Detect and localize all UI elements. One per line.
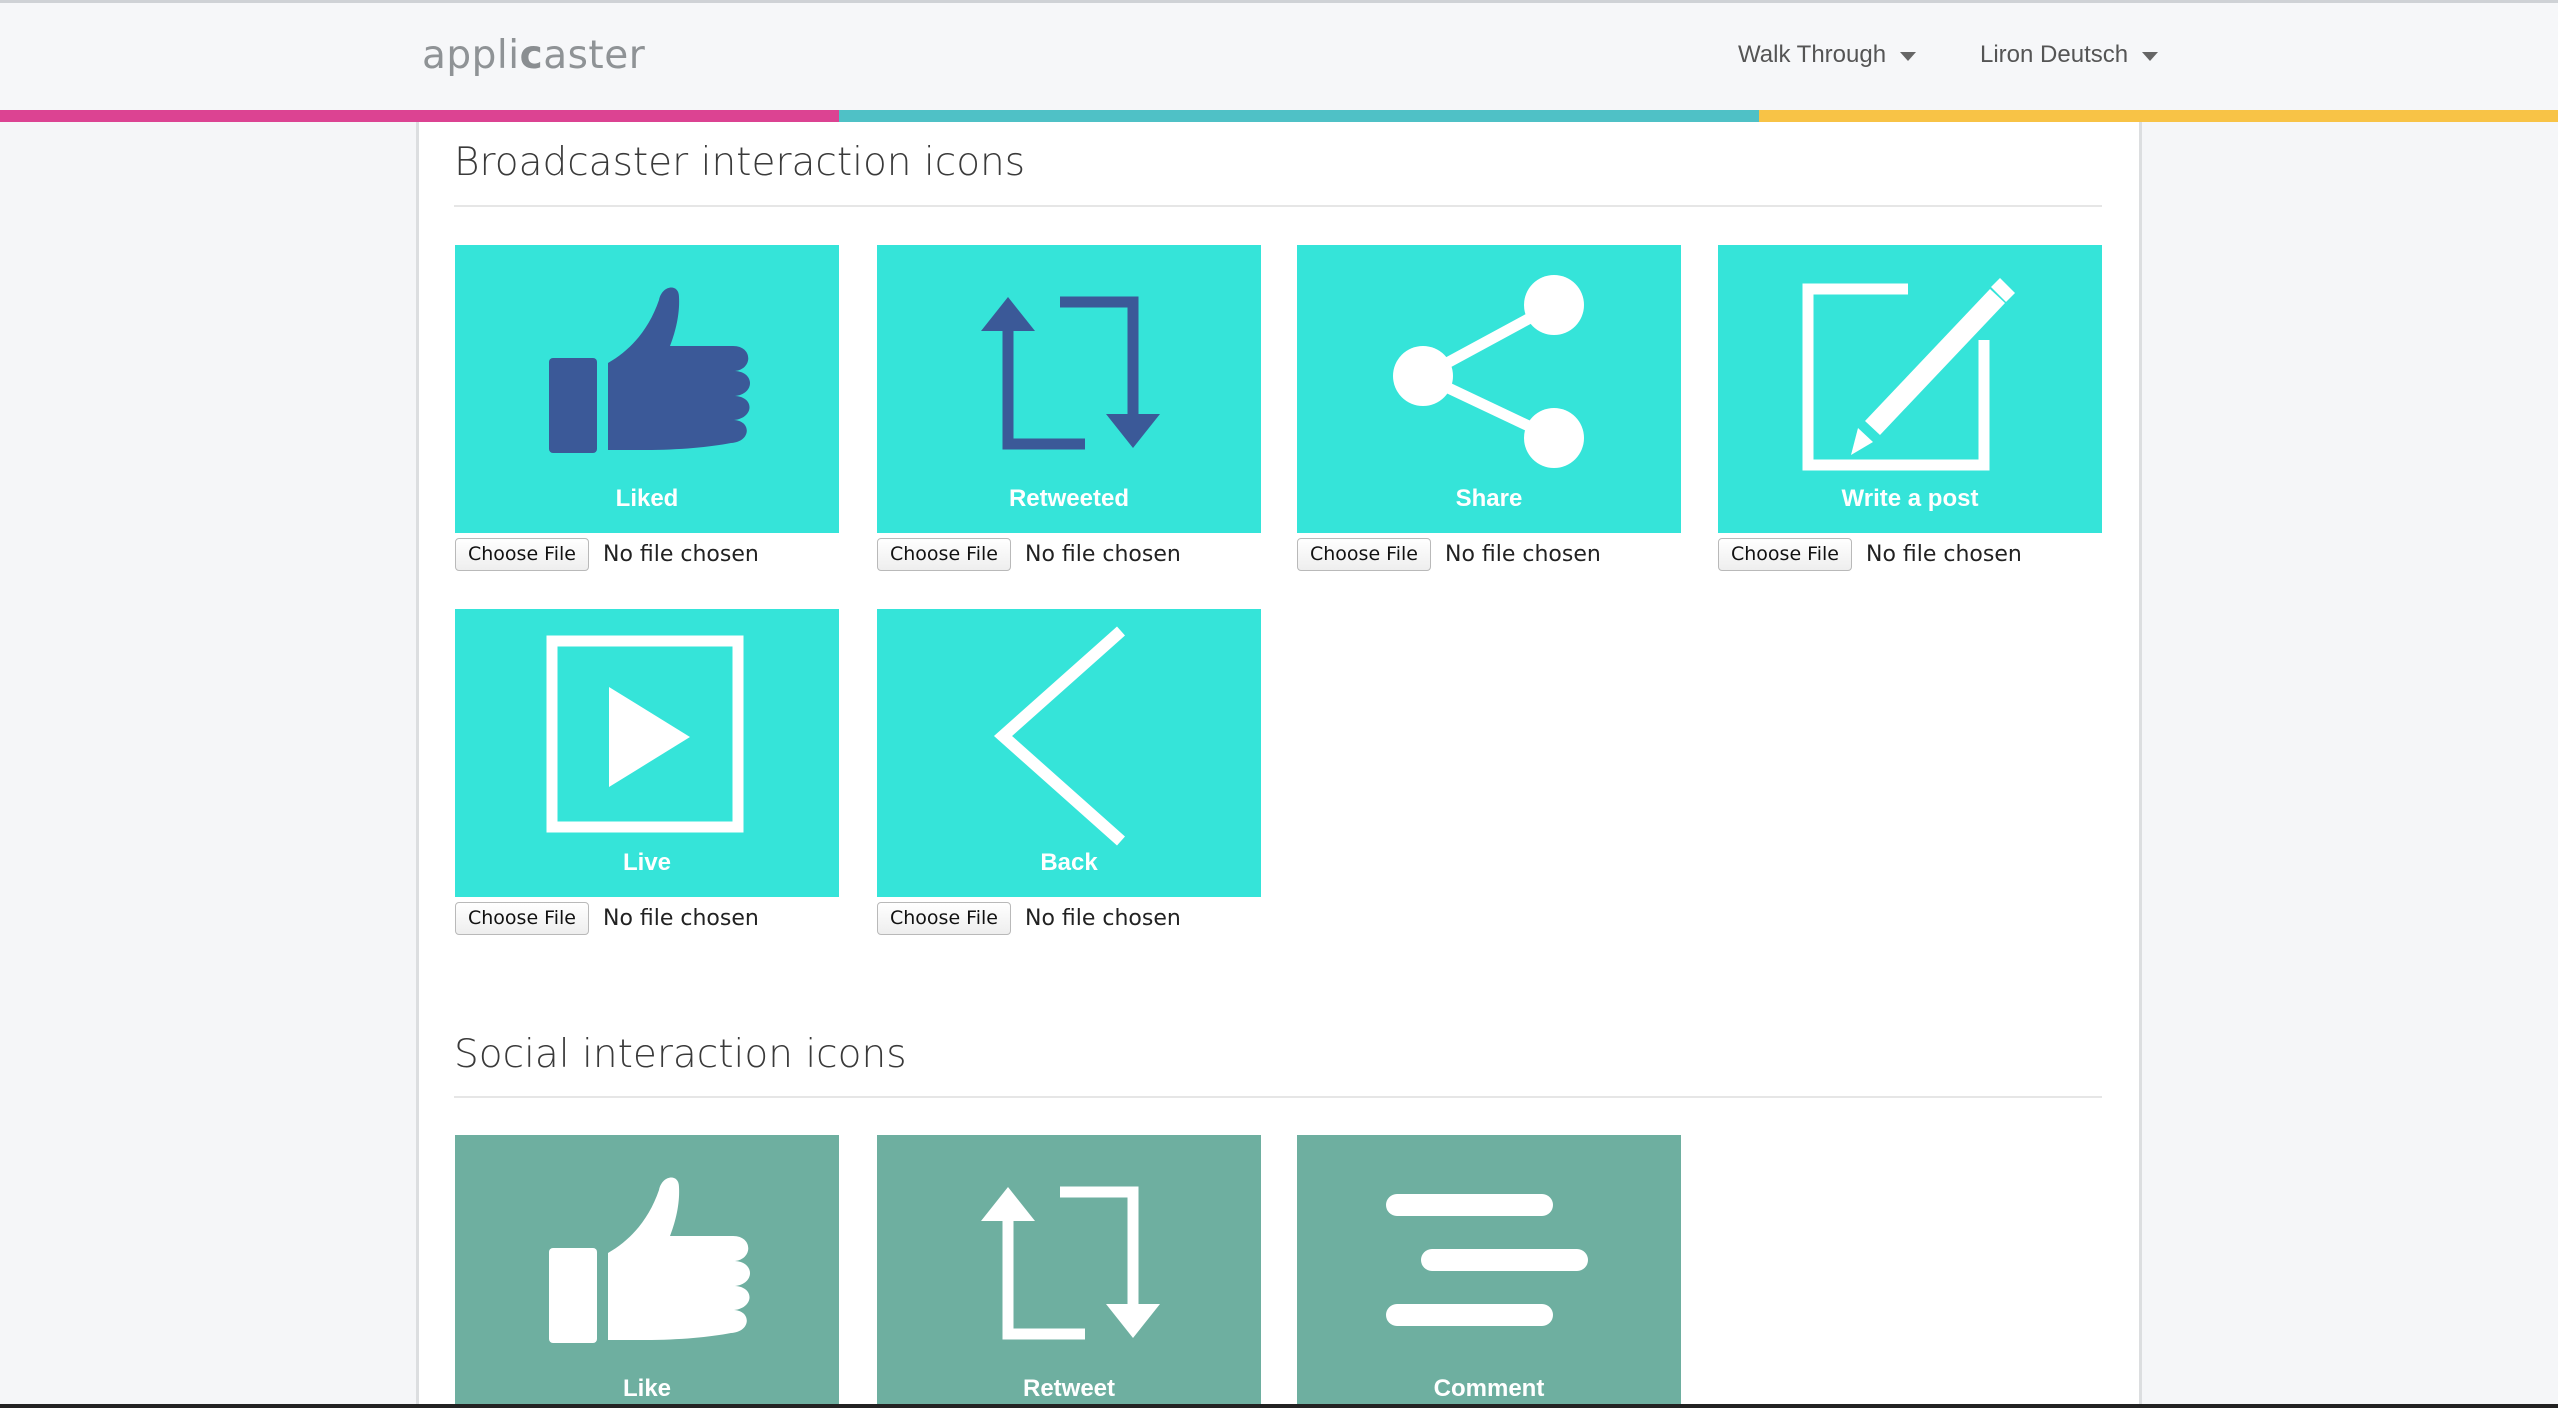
tile-write-a-post: Write a post bbox=[1718, 245, 2102, 533]
tile-label: Retweet bbox=[1022, 1375, 1116, 1402]
tile-label: Share bbox=[1455, 485, 1523, 512]
tile-share: Share bbox=[1297, 245, 1681, 533]
applicaster-logo[interactable]: applicaster bbox=[422, 33, 645, 78]
comment-lines-icon bbox=[1386, 1194, 1588, 1326]
file-status: No file chosen bbox=[1024, 541, 1181, 567]
section-divider bbox=[454, 205, 2102, 207]
tile-comment: Comment bbox=[1297, 1135, 1681, 1408]
file-status: No file chosen bbox=[1865, 541, 2022, 567]
file-input-retweeted[interactable]: Choose File No file chosen bbox=[877, 537, 1181, 571]
top-navbar: applicaster Walk Through Liron Deutsch bbox=[0, 0, 2558, 110]
walkthrough-menu[interactable]: Walk Through bbox=[1738, 41, 1917, 69]
choose-file-button[interactable]: Choose File bbox=[877, 901, 1011, 935]
tile-label: Retweeted bbox=[1008, 485, 1130, 512]
file-status: No file chosen bbox=[602, 541, 759, 567]
tile-label: Back bbox=[1040, 849, 1098, 876]
caret-down-icon bbox=[1900, 51, 1917, 61]
choose-file-button[interactable]: Choose File bbox=[455, 901, 589, 935]
file-status: No file chosen bbox=[1444, 541, 1601, 567]
stripe-segment-pink bbox=[0, 110, 839, 122]
tile-like: Like bbox=[455, 1135, 839, 1408]
choose-file-button[interactable]: Choose File bbox=[1718, 537, 1852, 571]
choose-file-button[interactable]: Choose File bbox=[1297, 537, 1431, 571]
tile-label: Liked bbox=[615, 485, 679, 512]
color-stripe bbox=[0, 110, 2558, 122]
file-status: No file chosen bbox=[602, 905, 759, 931]
choose-file-button[interactable]: Choose File bbox=[877, 537, 1011, 571]
tile-back: Back bbox=[877, 609, 1261, 897]
caret-down-icon bbox=[2142, 51, 2159, 61]
stripe-segment-teal bbox=[839, 110, 1759, 122]
tile-label: Live bbox=[622, 849, 672, 876]
tile-live: Live bbox=[455, 609, 839, 897]
section-divider bbox=[454, 1096, 2102, 1098]
retweet-icon bbox=[981, 1186, 1160, 1340]
tile-liked: Liked bbox=[455, 245, 839, 533]
section-title-social: Social interaction icons bbox=[454, 1032, 907, 1077]
window-bottom-edge bbox=[0, 1404, 2558, 1408]
file-input-live[interactable]: Choose File No file chosen bbox=[455, 901, 759, 935]
choose-file-button[interactable]: Choose File bbox=[455, 537, 589, 571]
tile-label: Write a post bbox=[1841, 485, 1979, 512]
tile-label: Comment bbox=[1433, 1375, 1545, 1402]
file-input-share[interactable]: Choose File No file chosen bbox=[1297, 537, 1601, 571]
section-title-broadcaster: Broadcaster interaction icons bbox=[454, 140, 1026, 185]
file-input-back[interactable]: Choose File No file chosen bbox=[877, 901, 1181, 935]
tile-retweeted: Retweeted bbox=[877, 245, 1261, 533]
file-status: No file chosen bbox=[1024, 905, 1181, 931]
walkthrough-menu-label: Walk Through bbox=[1738, 41, 1887, 68]
tile-retweet: Retweet bbox=[877, 1135, 1261, 1408]
file-input-liked[interactable]: Choose File No file chosen bbox=[455, 537, 759, 571]
tile-label: Like bbox=[622, 1375, 672, 1402]
user-menu-label: Liron Deutsch bbox=[1980, 41, 2129, 68]
user-menu[interactable]: Liron Deutsch bbox=[1980, 41, 2159, 69]
stripe-segment-yellow bbox=[1759, 110, 2558, 122]
file-input-write-a-post[interactable]: Choose File No file chosen bbox=[1718, 537, 2022, 571]
thumbs-up-icon bbox=[549, 1177, 750, 1343]
